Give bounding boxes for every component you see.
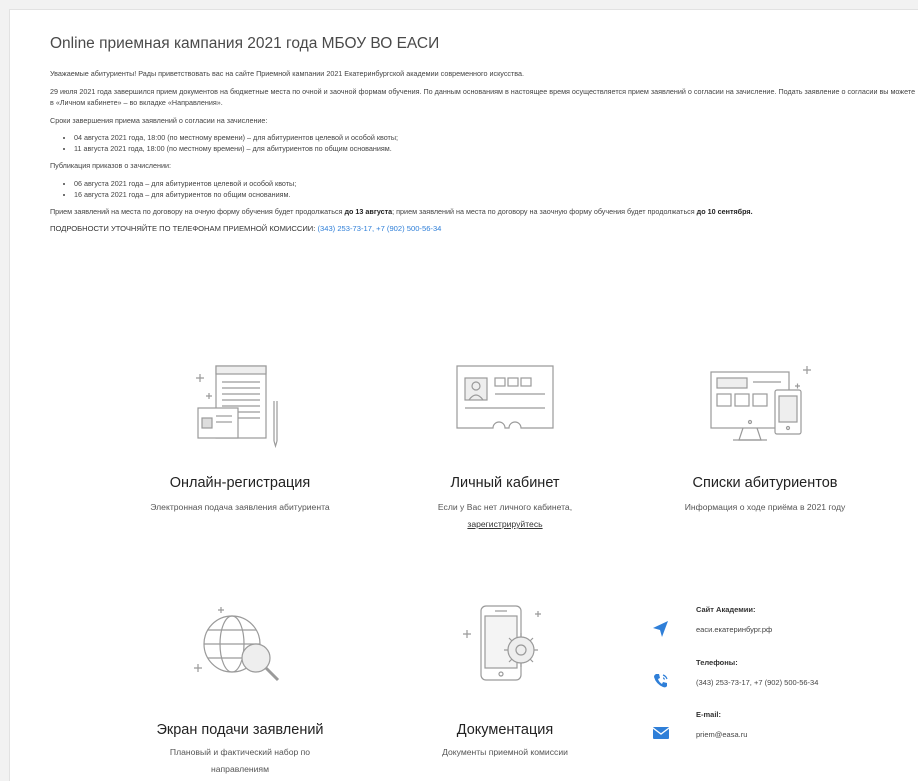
list-item: 06 августа 2021 года – для абитуриентов …: [74, 178, 918, 189]
announcement-text: Уважаемые абитуриенты! Рады приветствова…: [50, 68, 918, 241]
email-icon: [652, 727, 670, 739]
card-title: Документация: [456, 722, 554, 738]
deadlines-heading: Сроки завершения приема заявлений о согл…: [50, 115, 268, 125]
card-title: Экран подачи заявлений: [156, 722, 324, 738]
main-panel: Online приемная кампания 2021 года МБОУ …: [9, 9, 918, 781]
orders-heading: Публикация приказов о зачислении:: [50, 161, 171, 170]
contract-date-bold: до 13 августа: [344, 206, 393, 216]
id-card-icon: [456, 365, 554, 429]
contract-text-part: Прием заявлений на места по договору на …: [50, 206, 345, 216]
welcome-text: Уважаемые абитуриенты! Рады приветствова…: [50, 69, 525, 78]
phones-notice: ПОДРОБНОСТИ УТОЧНЯЙТЕ ПО ТЕЛЕФОНАМ ПРИЕМ…: [50, 223, 918, 235]
email-link[interactable]: priem@easa.ru: [696, 730, 747, 739]
registration-card[interactable]: Онлайн-регистрация Электронная подача за…: [120, 350, 360, 550]
globe-search-icon: [194, 607, 280, 682]
phones-value[interactable]: (343) 253-73-17, +7 (902) 500-56-34: [696, 678, 818, 687]
contact-label: E-mail:: [696, 710, 722, 719]
card-title: Личный кабинет: [450, 475, 560, 491]
card-description-text: Если у Вас нет личного кабинета,: [437, 502, 573, 512]
card-description: Электронная подача заявления абитуриента: [150, 502, 330, 512]
contact-label: Сайт Академии:: [696, 605, 756, 614]
contract-text-part: ; прием заявлений на места по договору н…: [392, 206, 697, 216]
phones-link[interactable]: (343) 253-73-17, +7 (902) 500-56-34: [317, 224, 441, 233]
contract-notice-text: Прием заявлений на места по договору на …: [50, 206, 918, 218]
card-description: Документы приемной комиссии: [442, 747, 568, 757]
location-arrow-icon: [653, 621, 668, 637]
cabinet-card[interactable]: Личный кабинет Если у Вас нет личного ка…: [385, 350, 625, 550]
documentation-card[interactable]: Документация Документы приемной комиссии: [385, 600, 625, 780]
register-link[interactable]: зарегистрируйтесь: [467, 519, 542, 529]
page-title: Online приемная кампания 2021 года МБОУ …: [50, 35, 440, 52]
site-link[interactable]: еаси.екатеринбург.рф: [696, 625, 772, 634]
card-description: Если у Вас нет личного кабинета, зарегис…: [405, 499, 605, 533]
list-item: 16 августа 2021 года – для абитуриентов …: [74, 189, 918, 200]
application-screen-card[interactable]: Экран подачи заявлений Плановый и фактич…: [120, 600, 360, 780]
july-notice-text: 29 июля 2021 года завершился прием докум…: [50, 86, 916, 108]
phones-prefix: ПОДРОБНОСТИ УТОЧНЯЙТЕ ПО ТЕЛЕФОНАМ ПРИЕМ…: [50, 224, 318, 233]
deadlines-list: 04 августа 2021 года, 18:00 (по местному…: [50, 132, 918, 154]
list-item: 04 августа 2021 года, 18:00 (по местному…: [74, 132, 918, 143]
list-item: 11 августа 2021 года, 18:00 (по местному…: [74, 143, 918, 154]
applicant-lists-card[interactable]: Списки абитуриентов Информация о ходе пр…: [645, 350, 885, 550]
card-title: Онлайн-регистрация: [169, 475, 311, 491]
card-description: Информация о ходе приёма в 2021 году: [684, 502, 846, 512]
contact-label: Телефоны:: [696, 658, 738, 667]
computer-devices-icon: [710, 366, 811, 441]
phone-icon: [654, 674, 668, 688]
phone-gear-icon: [463, 605, 541, 681]
orders-list: 06 августа 2021 года – для абитуриентов …: [50, 178, 918, 200]
card-title: Списки абитуриентов: [692, 475, 838, 491]
card-description: Плановый и фактический набор по направле…: [169, 747, 311, 774]
contract-date-bold: до 10 сентября.: [696, 206, 753, 216]
document-form-icon: [196, 365, 278, 449]
